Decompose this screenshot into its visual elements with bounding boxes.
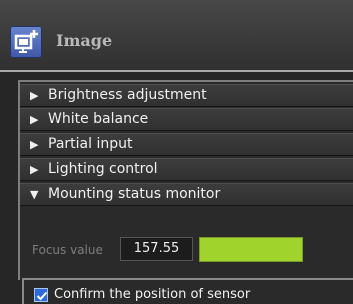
page-title: Image — [56, 31, 113, 50]
expand-arrow-icon: ▶ — [30, 113, 39, 126]
image-add-icon — [10, 26, 42, 58]
image-settings-window: Image ▶ Brightness adjustment ▶ White ba… — [0, 0, 353, 304]
focus-value-label: Focus value — [32, 243, 103, 257]
expand-arrow-icon: ▶ — [30, 163, 39, 176]
settings-panel: ▶ Brightness adjustment ▶ White balance … — [18, 80, 353, 280]
section-brightness-adjustment[interactable]: ▶ Brightness adjustment — [20, 84, 353, 107]
focus-value-row: Focus value 157.55 — [20, 230, 353, 264]
section-partial-input[interactable]: ▶ Partial input — [20, 133, 353, 156]
section-lighting-control[interactable]: ▶ Lighting control — [20, 158, 353, 181]
expand-arrow-icon: ▶ — [30, 138, 39, 151]
focus-indicator-bar — [199, 237, 303, 262]
collapse-arrow-icon: ▼ — [30, 188, 39, 201]
section-label: Brightness adjustment — [48, 87, 207, 103]
panel-header: Image — [0, 0, 353, 72]
confirm-position-checkbox[interactable] — [34, 288, 48, 302]
section-label: Mounting status monitor — [48, 186, 221, 202]
expand-arrow-icon: ▶ — [30, 89, 39, 102]
section-label: Lighting control — [48, 161, 158, 177]
section-white-balance[interactable]: ▶ White balance — [20, 108, 353, 131]
confirm-position-label: Confirm the position of sensor — [54, 287, 251, 302]
confirm-position-group: Confirm the position of sensor — [22, 278, 353, 304]
section-label: White balance — [48, 111, 149, 127]
section-label: Partial input — [48, 136, 133, 152]
checkmark-icon — [36, 291, 48, 301]
focus-value-readout: 157.55 — [120, 237, 193, 261]
section-mounting-status-monitor[interactable]: ▼ Mounting status monitor — [20, 183, 353, 206]
